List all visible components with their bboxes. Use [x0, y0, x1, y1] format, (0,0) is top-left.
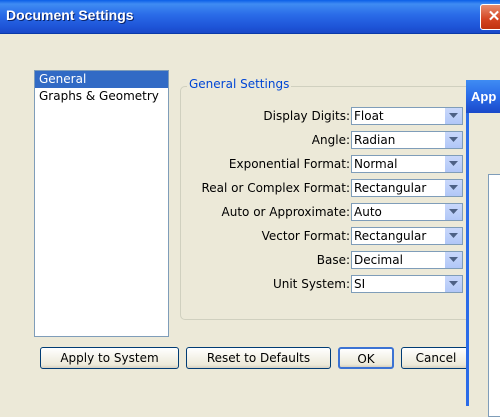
auto-approximate-select[interactable]: Auto	[351, 203, 463, 221]
group-title: General Settings	[187, 77, 292, 91]
angle-value: Radian	[354, 133, 396, 147]
display-digits-select[interactable]: Float	[351, 107, 463, 125]
window-title: Document Settings	[6, 7, 134, 23]
chevron-down-icon[interactable]	[444, 228, 462, 244]
base-value: Decimal	[354, 253, 403, 267]
unit-system-value: SI	[354, 277, 366, 291]
title-bar[interactable]: Document Settings ✕	[0, 0, 500, 34]
auto-approximate-value: Auto	[354, 205, 382, 219]
category-item-general[interactable]: General	[35, 71, 168, 88]
real-complex-format-value: Rectangular	[354, 181, 427, 195]
vector-format-label: Vector Format:	[261, 229, 350, 243]
real-complex-format-label: Real or Complex Format:	[201, 181, 350, 195]
chevron-down-icon[interactable]	[444, 180, 462, 196]
app-window-title: App	[471, 89, 497, 104]
exponential-format-label: Exponential Format:	[228, 157, 350, 171]
exponential-format-select[interactable]: Normal	[351, 155, 463, 173]
app-content-panel	[488, 174, 500, 417]
chevron-down-icon[interactable]	[444, 276, 462, 292]
reset-to-defaults-button[interactable]: Reset to Defaults	[186, 347, 331, 369]
ok-button[interactable]: OK	[338, 347, 394, 369]
unit-system-label: Unit System:	[272, 277, 350, 291]
chevron-down-icon[interactable]	[444, 204, 462, 220]
cancel-button[interactable]: Cancel	[401, 347, 471, 369]
chevron-down-icon[interactable]	[444, 108, 462, 124]
chevron-down-icon[interactable]	[444, 252, 462, 268]
chevron-down-icon[interactable]	[444, 132, 462, 148]
app-window-body	[466, 113, 500, 417]
display-digits-label: Display Digits:	[263, 109, 350, 123]
angle-select[interactable]: Radian	[351, 131, 463, 149]
chevron-down-icon[interactable]	[444, 156, 462, 172]
app-title-bar[interactable]: App	[466, 80, 500, 113]
angle-label: Angle:	[311, 133, 350, 147]
base-label: Base:	[316, 253, 350, 267]
vector-format-select[interactable]: Rectangular	[351, 227, 463, 245]
vector-format-value: Rectangular	[354, 229, 427, 243]
unit-system-select[interactable]: SI	[351, 275, 463, 293]
category-item-graphs-geometry[interactable]: Graphs & Geometry	[35, 88, 168, 105]
close-icon[interactable]: ✕	[480, 4, 500, 30]
auto-approximate-label: Auto or Approximate:	[221, 205, 350, 219]
category-list[interactable]: General Graphs & Geometry	[34, 70, 169, 337]
exponential-format-value: Normal	[354, 157, 398, 171]
apply-to-system-button[interactable]: Apply to System	[40, 347, 179, 369]
display-digits-value: Float	[354, 109, 384, 123]
base-select[interactable]: Decimal	[351, 251, 463, 269]
real-complex-format-select[interactable]: Rectangular	[351, 179, 463, 197]
background-app-window[interactable]: App	[466, 80, 500, 417]
